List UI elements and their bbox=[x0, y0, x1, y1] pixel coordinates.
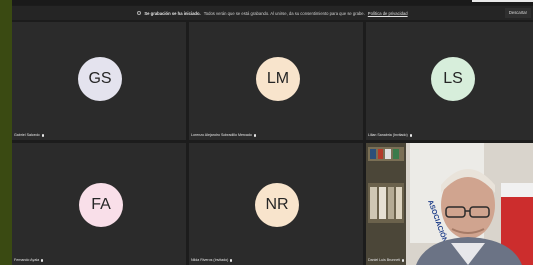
participant-name: Lorenzo Alejandro Sobradillo Mercado bbox=[191, 133, 256, 137]
recording-banner-text: Todos verán que se está grabando. Al uni… bbox=[203, 10, 365, 16]
participant-tile-video[interactable]: ASOCIACIÓN DE Daniel Luis Brunneti bbox=[366, 143, 533, 265]
microphone-icon bbox=[409, 133, 412, 137]
participant-tile-gs[interactable]: GS Gabriel Salcedo bbox=[12, 22, 186, 140]
participant-name: Fernando Ayala bbox=[14, 258, 44, 262]
participant-name-label: Daniel Luis Brunneti bbox=[368, 258, 401, 262]
recording-banner-title: Se grabación se ha iniciado. bbox=[144, 10, 201, 16]
participant-video: ASOCIACIÓN DE bbox=[366, 143, 533, 265]
participant-name: Daniel Luis Brunneti bbox=[368, 258, 405, 262]
participant-tile-ls[interactable]: LS Lilian Sanabria (Invitado) bbox=[366, 22, 533, 140]
microphone-icon bbox=[41, 258, 44, 262]
recording-banner: Se grabación se ha iniciado. Todos verán… bbox=[12, 6, 533, 20]
participant-tile-nr[interactable]: NR Nilda Riveros (Invitado) bbox=[189, 143, 363, 265]
left-edge-strip bbox=[0, 0, 12, 265]
avatar: GS bbox=[78, 57, 122, 101]
participant-name-label: Nilda Riveros (Invitado) bbox=[191, 258, 229, 262]
participant-name: Gabriel Salcedo bbox=[14, 133, 44, 137]
participant-name-label: Lilian Sanabria (Invitado) bbox=[368, 133, 408, 137]
participant-name: Lilian Sanabria (Invitado) bbox=[368, 133, 412, 137]
microphone-icon bbox=[402, 258, 405, 262]
microphone-icon bbox=[41, 133, 44, 137]
privacy-policy-link[interactable]: Política de privacidad bbox=[368, 11, 408, 16]
participant-name-label: Fernando Ayala bbox=[14, 258, 40, 262]
participant-name: Nilda Riveros (Invitado) bbox=[191, 258, 233, 262]
participant-tile-lm[interactable]: LM Lorenzo Alejandro Sobradillo Mercado bbox=[189, 22, 363, 140]
avatar: LM bbox=[256, 57, 300, 101]
dismiss-button[interactable]: Descartar bbox=[504, 8, 531, 18]
participant-name-label: Gabriel Salcedo bbox=[14, 133, 40, 137]
video-frame-icon: ASOCIACIÓN DE bbox=[366, 143, 533, 265]
participant-name-label: Lorenzo Alejandro Sobradillo Mercado bbox=[191, 133, 252, 137]
recording-icon bbox=[137, 11, 142, 15]
microphone-icon bbox=[230, 258, 233, 262]
avatar: LS bbox=[431, 57, 475, 101]
top-bar bbox=[12, 0, 533, 5]
avatar: FA bbox=[79, 183, 123, 227]
microphone-icon bbox=[253, 133, 256, 137]
top-bar-highlight bbox=[472, 0, 533, 2]
avatar: NR bbox=[255, 183, 299, 227]
participant-tile-fa[interactable]: FA Fernando Ayala bbox=[12, 143, 186, 265]
